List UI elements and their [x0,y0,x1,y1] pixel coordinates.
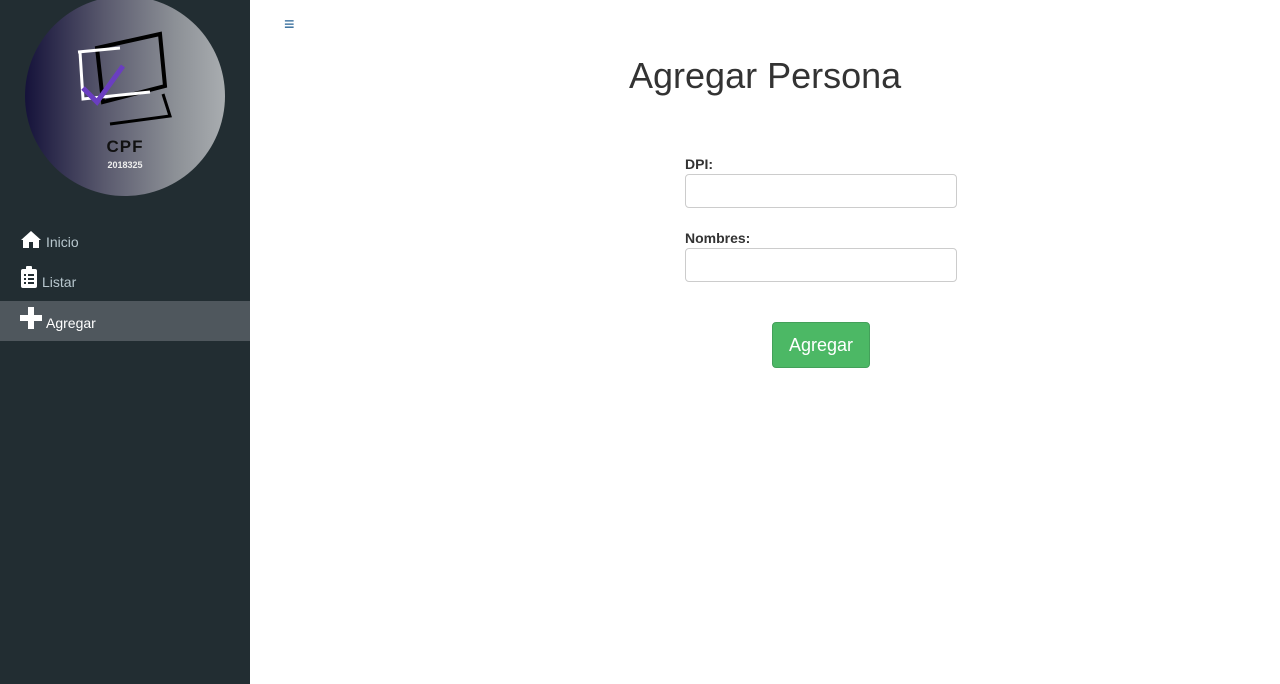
sidebar-item-label: Agregar [46,315,96,331]
dpi-label: DPI: [685,156,713,172]
sidebar-item-label: Inicio [46,234,79,250]
home-icon [21,231,41,248]
agregar-button[interactable]: Agregar [772,322,870,368]
sidebar-item-listar[interactable]: Listar [0,260,250,300]
page-title: Agregar Persona [629,55,902,96]
sidebar-item-inicio[interactable]: Inicio [0,220,250,260]
dpi-input[interactable] [685,174,957,208]
plus-icon [20,307,42,329]
nombres-label: Nombres: [685,230,751,246]
sidebar-item-agregar[interactable]: Agregar [0,301,250,341]
logo: CPF 2018325 [25,0,225,196]
logo-subtitle: 2018325 [107,160,143,170]
clipboard-list-icon [21,266,37,288]
sidebar: CPF 2018325 Inicio Listar Agregar [0,0,250,684]
sidebar-item-label: Listar [42,274,77,290]
logo-title: CPF [106,137,144,156]
menu-toggle-icon[interactable]: ≡ [284,15,295,33]
nombres-input[interactable] [685,248,957,282]
